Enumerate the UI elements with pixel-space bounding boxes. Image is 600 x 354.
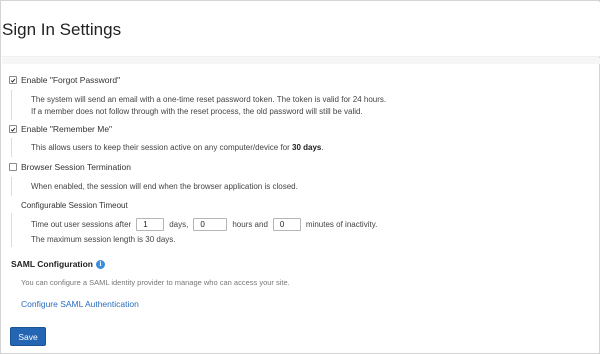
remember-me-description: This allows users to keep their session … [11,138,324,157]
max-session-length-text: The maximum session length is 30 days. [31,235,176,244]
timeout-minutes-input[interactable] [272,218,301,231]
settings-panel: Sign In Settings Enable "Forgot Password… [0,0,600,354]
configure-saml-link[interactable]: Configure SAML Authentication [21,299,139,309]
page-title: Sign In Settings [2,20,122,39]
remember-me-desc-suffix: . [321,143,324,152]
timeout-minutes-label: minutes of inactivity. [305,220,378,229]
remember-me-label: Enable "Remember Me" [21,124,113,134]
forgot-password-checkbox[interactable] [9,76,17,84]
page-header: Sign In Settings [2,2,600,57]
session-timeout-row: Time out user sessions after days, hours… [31,218,377,231]
browser-session-label: Browser Session Termination [21,162,131,172]
remember-me-checkbox[interactable] [9,125,17,133]
save-button[interactable]: Save [10,327,46,346]
forgot-password-option[interactable]: Enable "Forgot Password" [9,75,120,85]
timeout-prefix-text: Time out user sessions after [31,220,132,229]
browser-session-option[interactable]: Browser Session Termination [9,162,131,172]
saml-description: You can configure a SAML identity provid… [21,278,290,287]
header-divider [2,58,600,64]
saml-section-title: SAML Configuration i [11,259,105,269]
browser-session-desc-text: When enabled, the session will end when … [31,182,298,191]
checkmark-icon [10,127,16,132]
checkmark-icon [10,78,16,83]
info-icon[interactable]: i [96,259,105,269]
remember-me-duration: 30 days [292,143,322,152]
forgot-password-label: Enable "Forgot Password" [21,75,121,85]
timeout-days-label: days, [169,220,189,229]
session-timeout-divider [11,213,12,247]
session-timeout-label: Configurable Session Timeout [21,201,128,210]
forgot-password-description: The system will send an email with a one… [11,90,386,120]
forgot-password-desc-line2: If a member does not follow through with… [31,106,363,116]
timeout-days-input[interactable] [136,218,165,231]
forgot-password-desc-line1: The system will send an email with a one… [31,95,387,104]
timeout-hours-input[interactable] [193,218,228,231]
remember-me-desc-text: This allows users to keep their session … [31,143,293,152]
browser-session-description: When enabled, the session will end when … [11,177,298,196]
remember-me-option[interactable]: Enable "Remember Me" [9,124,112,134]
browser-session-checkbox[interactable] [9,163,17,171]
timeout-hours-label: hours and [232,220,268,229]
saml-title-text: SAML Configuration [11,259,93,269]
